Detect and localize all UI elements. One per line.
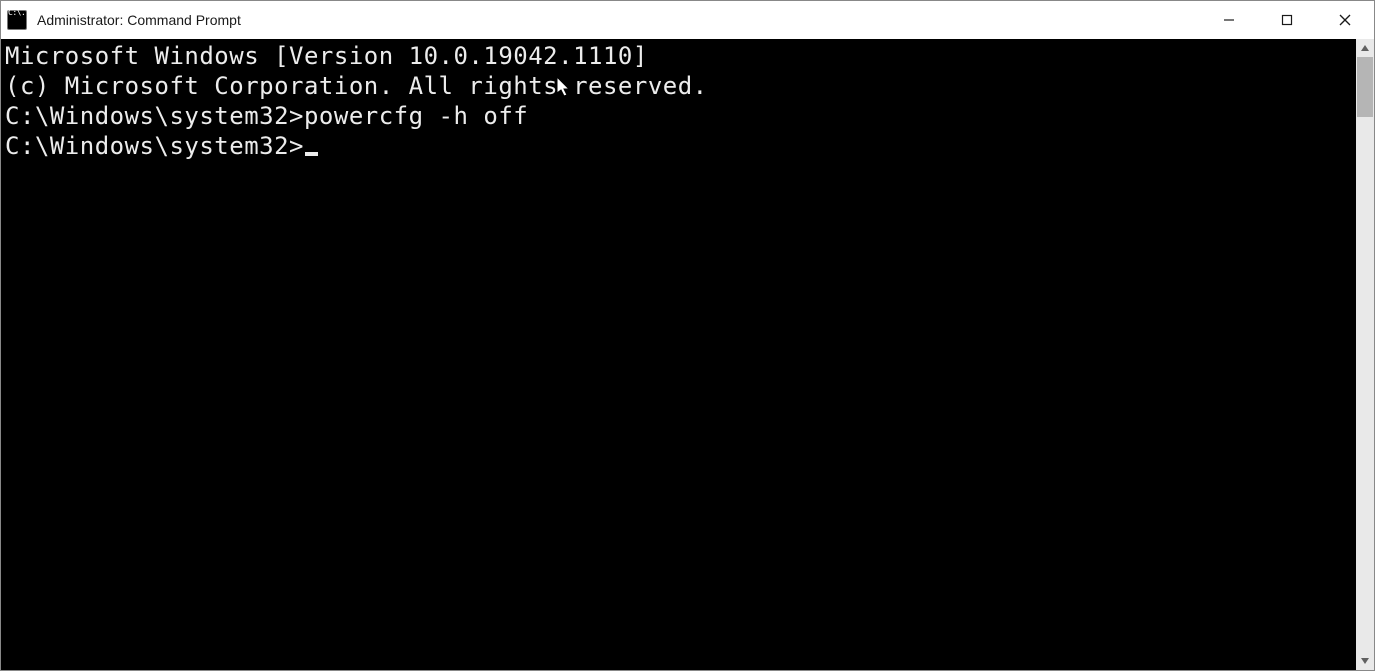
scroll-up-button[interactable]	[1356, 39, 1374, 57]
vertical-scrollbar[interactable]	[1356, 39, 1374, 670]
window-title: Administrator: Command Prompt	[37, 12, 241, 28]
text-cursor	[305, 152, 318, 156]
terminal-line: C:\Windows\system32>powercfg -h off	[5, 101, 1352, 131]
terminal-output[interactable]: Microsoft Windows [Version 10.0.19042.11…	[1, 39, 1356, 670]
cmd-window: C:\. Administrator: Command Prompt Micro…	[0, 0, 1375, 671]
close-button[interactable]	[1316, 1, 1374, 39]
cmd-icon: C:\.	[7, 10, 27, 30]
scrollbar-thumb[interactable]	[1357, 57, 1373, 117]
client-area: Microsoft Windows [Version 10.0.19042.11…	[1, 39, 1374, 670]
titlebar[interactable]: C:\. Administrator: Command Prompt	[1, 1, 1374, 39]
minimize-button[interactable]	[1200, 1, 1258, 39]
terminal-line: C:\Windows\system32>	[5, 131, 1352, 161]
maximize-button[interactable]	[1258, 1, 1316, 39]
terminal-line: (c) Microsoft Corporation. All rights re…	[5, 71, 1352, 101]
window-controls	[1200, 1, 1374, 39]
scrollbar-track[interactable]	[1356, 57, 1374, 652]
scroll-down-button[interactable]	[1356, 652, 1374, 670]
terminal-line: Microsoft Windows [Version 10.0.19042.11…	[5, 41, 1352, 71]
